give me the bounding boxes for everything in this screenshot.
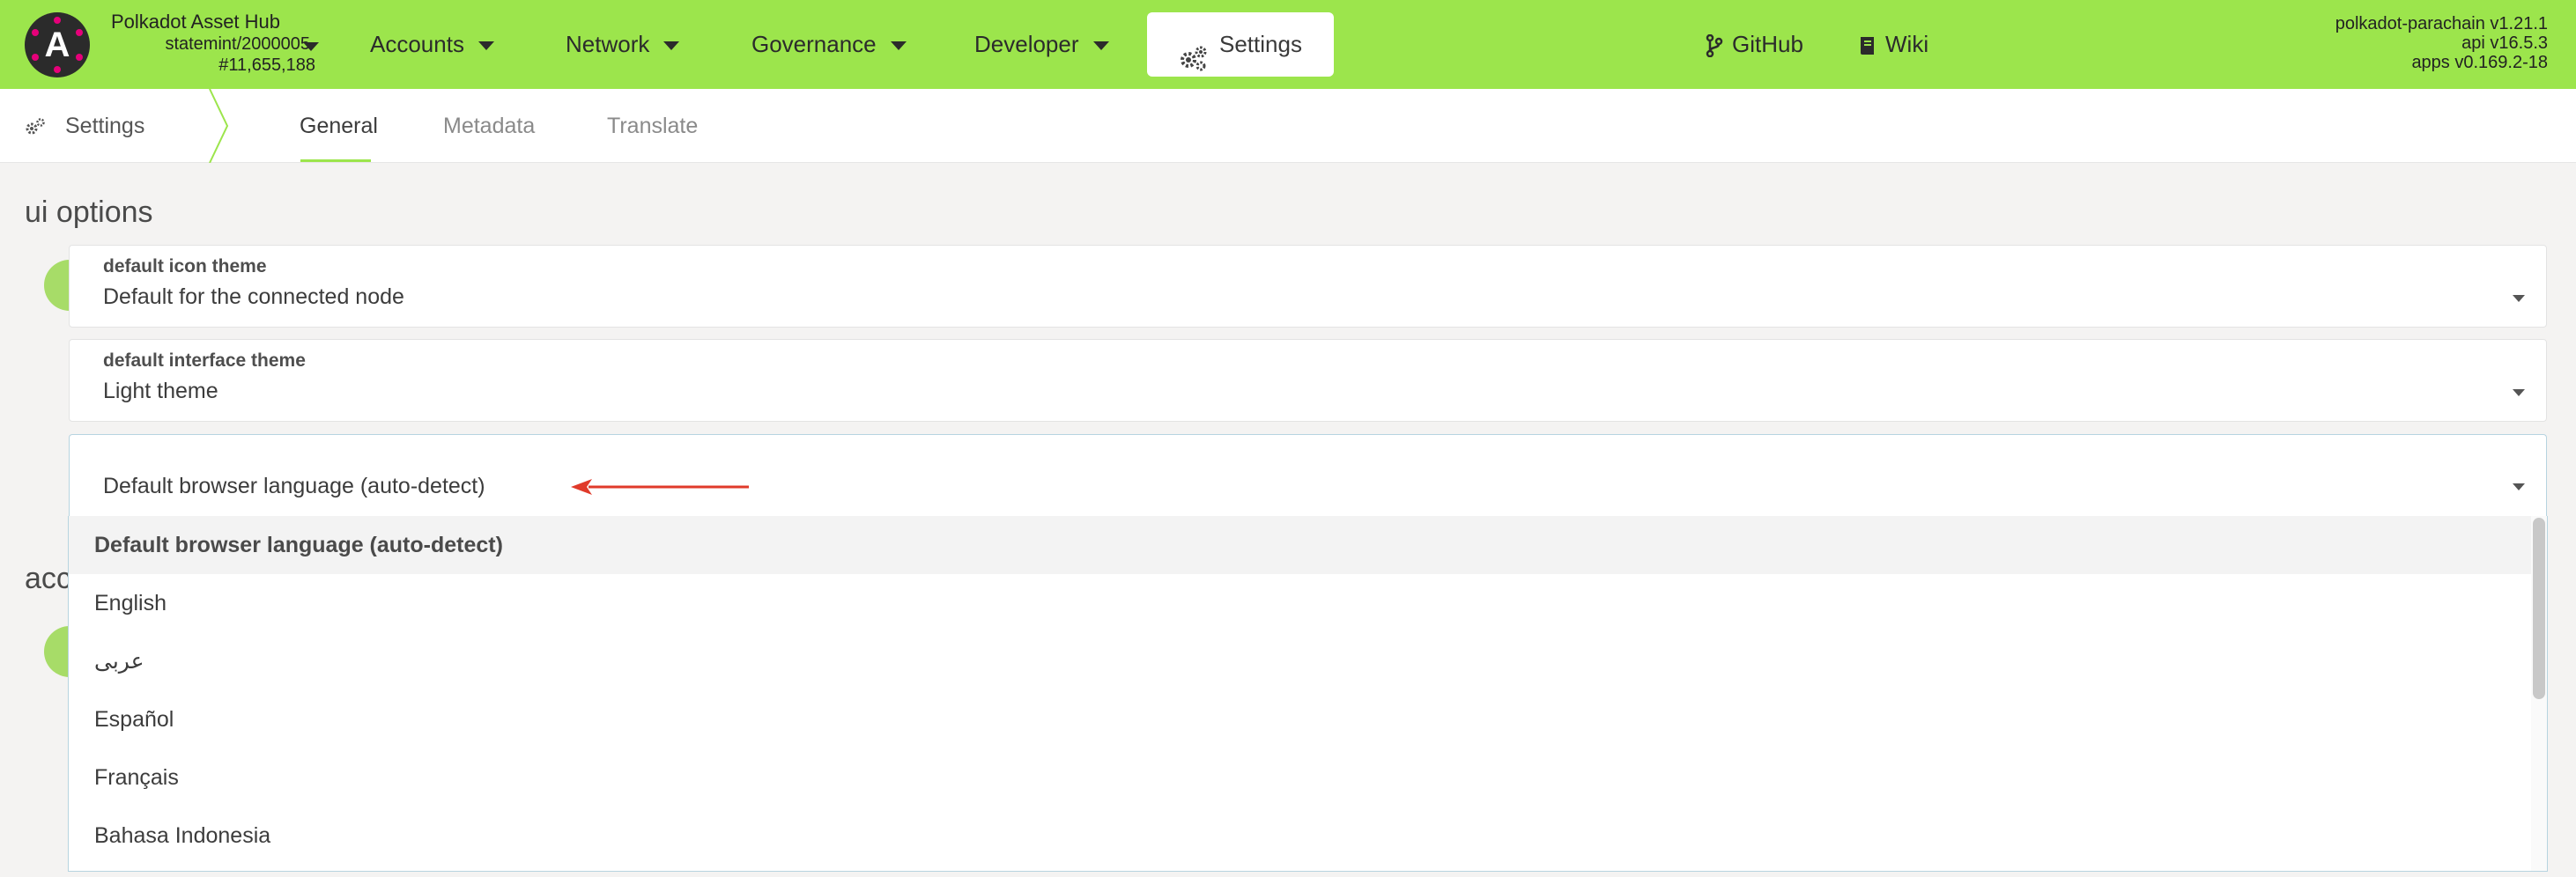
dropdown-caret-icon	[2513, 295, 2525, 302]
dropdown-caret-icon	[2513, 483, 2525, 490]
tab-general[interactable]: General	[300, 89, 378, 163]
nav-governance-label: Governance	[751, 31, 877, 57]
language-option[interactable]: عربى	[69, 632, 2533, 690]
nav-settings-label: Settings	[1219, 31, 1302, 57]
dropdown-scrollbar[interactable]	[2531, 516, 2547, 871]
nav-governance[interactable]: Governance	[751, 0, 907, 89]
language-dropdown-menu: Default browser language (auto-detect) E…	[68, 516, 2548, 872]
icon-theme-value: Default for the connected node	[103, 284, 404, 309]
language-option[interactable]: Español	[69, 690, 2533, 748]
interface-theme-value: Light theme	[103, 379, 218, 403]
chain-id: statemint/2000005	[165, 34, 310, 54]
nav-accounts-label: Accounts	[370, 31, 464, 57]
breadcrumb-label: Settings	[65, 114, 145, 138]
chain-selector[interactable]: Polkadot Asset Hub statemint/2000005 #11…	[111, 11, 322, 75]
chevron-down-icon	[663, 41, 680, 51]
github-link[interactable]: GitHub	[1706, 0, 1803, 89]
tab-translate-label: Translate	[607, 114, 699, 138]
language-value: Default browser language (auto-detect)	[103, 474, 485, 498]
scrollbar-thumb[interactable]	[2533, 518, 2545, 699]
tab-general-label: General	[300, 114, 378, 138]
api-version: api v16.5.3	[2461, 33, 2548, 53]
icon-theme-label: default icon theme	[103, 256, 267, 276]
wiki-label: Wiki	[1885, 31, 1929, 57]
chain-name: Polkadot Asset Hub	[111, 11, 281, 33]
tab-metadata-label: Metadata	[443, 114, 536, 138]
language-option[interactable]: Français	[69, 748, 2533, 807]
active-tab-indicator	[300, 159, 371, 162]
icon-theme-select[interactable]: default icon theme Default for the conne…	[69, 245, 2547, 328]
version-info: polkadot-parachain v1.21.1 api v16.5.3 a…	[2335, 14, 2548, 72]
apps-version: apps v0.169.2-18	[2411, 53, 2548, 72]
branch-icon	[1706, 33, 1723, 58]
annotation-arrow-icon	[571, 479, 749, 495]
nav-accounts[interactable]: Accounts	[370, 0, 494, 89]
wiki-link[interactable]: Wiki	[1859, 0, 1928, 89]
gears-icon	[26, 118, 45, 135]
breadcrumb-settings: Settings	[25, 89, 144, 163]
chain-block-number: #11,655,188	[218, 55, 315, 75]
nav-developer[interactable]: Developer	[974, 0, 1109, 89]
gears-icon	[1179, 32, 1209, 96]
chevron-down-icon	[477, 41, 494, 51]
section-title-ui-options: ui options	[25, 195, 153, 229]
sub-navigation: Settings General Metadata Translate	[0, 89, 2576, 163]
chevron-down-icon	[303, 42, 319, 51]
nav-developer-label: Developer	[974, 31, 1079, 57]
nav-settings[interactable]: Settings	[1147, 12, 1334, 77]
interface-theme-select[interactable]: default interface theme Light theme	[69, 339, 2547, 422]
chain-logo[interactable]: A	[25, 12, 90, 77]
dropdown-caret-icon	[2513, 389, 2525, 396]
section-title-accounts: acc	[25, 562, 71, 595]
nav-network[interactable]: Network	[566, 0, 680, 89]
tab-translate[interactable]: Translate	[607, 89, 698, 163]
language-option[interactable]: Default browser language (auto-detect)	[69, 516, 2533, 574]
language-select[interactable]: Default browser language (auto-detect)	[69, 434, 2547, 517]
node-version: polkadot-parachain v1.21.1	[2335, 14, 2548, 33]
nav-network-label: Network	[566, 31, 650, 57]
tab-metadata[interactable]: Metadata	[443, 89, 535, 163]
interface-theme-label: default interface theme	[103, 350, 306, 371]
language-option[interactable]: English	[69, 574, 2533, 632]
chevron-down-icon	[890, 41, 907, 51]
logo-letter: A	[44, 26, 70, 64]
language-option[interactable]: Bahasa Indonesia	[69, 807, 2533, 865]
breadcrumb-separator	[209, 89, 229, 163]
chevron-down-icon	[1092, 41, 1109, 51]
top-bar: A Polkadot Asset Hub statemint/2000005 #…	[0, 0, 2576, 89]
book-icon	[1861, 37, 1874, 55]
github-label: GitHub	[1732, 31, 1803, 57]
